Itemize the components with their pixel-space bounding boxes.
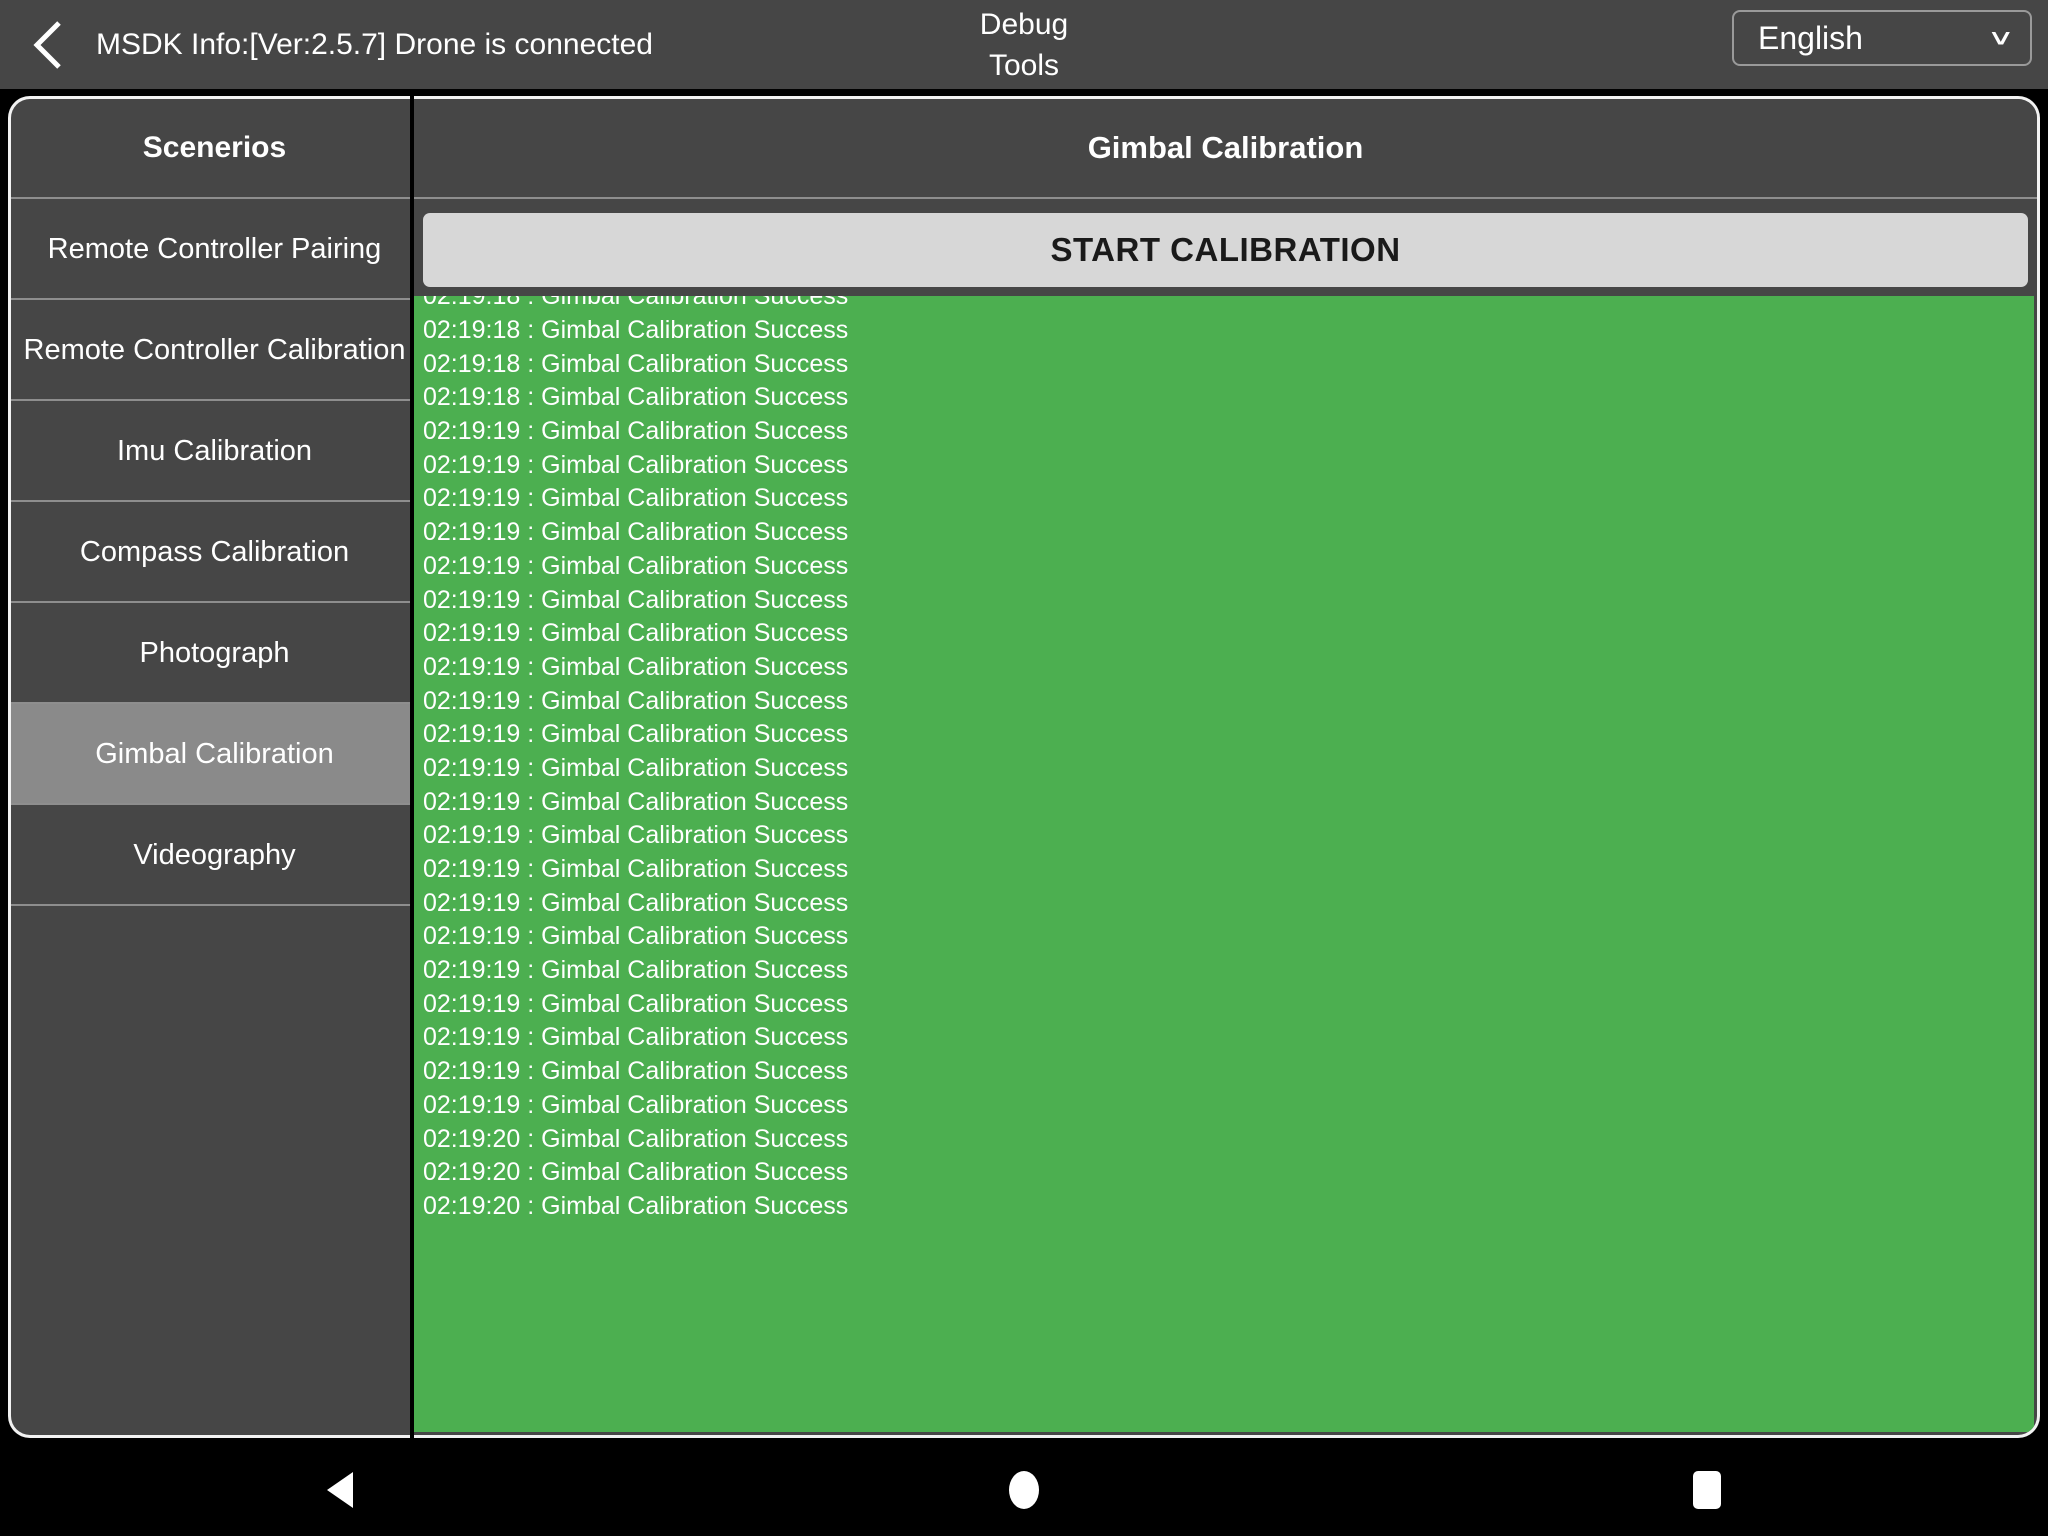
sidebar-item-label: Gimbal Calibration: [95, 737, 334, 770]
language-value: English: [1758, 19, 1863, 56]
sidebar-item-label: Imu Calibration: [116, 434, 313, 467]
log-row: 02:19:19 : Gimbal Calibration Success: [414, 987, 2034, 1021]
sidebar-item-videography[interactable]: Videography: [11, 805, 418, 906]
panel-header: Gimbal Calibration: [414, 99, 2037, 199]
log-row: 02:19:19 : Gimbal Calibration Success: [414, 448, 2034, 482]
sidebar-item-remote-controller-pairing[interactable]: Remote Controller Pairing: [11, 199, 418, 300]
log-text: 02:19:19 : Gimbal Calibration Success: [423, 585, 849, 614]
start-calibration-button[interactable]: START CALIBRATION: [423, 213, 2028, 287]
log-row: 02:19:19 : Gimbal Calibration Success: [414, 617, 2034, 651]
log-row: 02:19:19 : Gimbal Calibration Success: [414, 651, 2034, 685]
log-text: 02:19:20 : Gimbal Calibration Success: [423, 1191, 849, 1220]
sidebar-item-compass-calibration[interactable]: Compass Calibration: [11, 502, 418, 603]
log-row: 02:19:18 : Gimbal Calibration Success: [414, 296, 2034, 314]
sidebar-item-label: Remote Controller Calibration: [23, 333, 406, 366]
sidebar: Scenerios Remote Controller Pairing Remot…: [8, 96, 418, 1438]
log-text: 02:19:19 : Gimbal Calibration Success: [423, 1090, 849, 1119]
log-text: 02:19:20 : Gimbal Calibration Success: [423, 1158, 849, 1187]
log-row: 02:19:19 : Gimbal Calibration Success: [414, 819, 2034, 853]
main-panel: Gimbal Calibration START CALIBRATION 02:…: [414, 96, 2040, 1438]
log-row: 02:19:18 : Gimbal Calibration Success: [414, 314, 2034, 348]
log-text: 02:19:20 : Gimbal Calibration Success: [423, 1124, 849, 1153]
log-row: 02:19:19 : Gimbal Calibration Success: [414, 718, 2034, 752]
log-row: 02:19:19 : Gimbal Calibration Success: [414, 1089, 2034, 1123]
android-navigation-bar: [0, 1444, 2048, 1536]
triangle-back-icon: [323, 1470, 359, 1510]
log-text: 02:19:19 : Gimbal Calibration Success: [423, 922, 849, 951]
sidebar-header: Scenerios: [11, 99, 418, 199]
log-row: 02:19:19 : Gimbal Calibration Success: [414, 583, 2034, 617]
log-text: 02:19:18 : Gimbal Calibration Success: [423, 349, 849, 378]
panel-title: Gimbal Calibration: [1087, 130, 1364, 165]
log-text: 02:19:19 : Gimbal Calibration Success: [423, 1057, 849, 1086]
log-row: 02:19:20 : Gimbal Calibration Success: [414, 1122, 2034, 1156]
square-recents-icon: [1690, 1469, 1724, 1511]
log-row: 02:19:19 : Gimbal Calibration Success: [414, 415, 2034, 449]
log-text: 02:19:18 : Gimbal Calibration Success: [423, 383, 849, 412]
log-text: 02:19:19 : Gimbal Calibration Success: [423, 619, 849, 648]
back-button[interactable]: [0, 0, 96, 89]
log-text: 02:19:19 : Gimbal Calibration Success: [423, 753, 849, 782]
log-row: 02:19:19 : Gimbal Calibration Success: [414, 1055, 2034, 1089]
sidebar-item-remote-controller-calibration[interactable]: Remote Controller Calibration: [11, 300, 418, 401]
debug-tools-app: MSDK Info:[Ver:2.5.7] Drone is connected…: [0, 0, 2048, 1536]
log-row: 02:19:18 : Gimbal Calibration Success: [414, 347, 2034, 381]
android-recents-button[interactable]: [1617, 1444, 1797, 1536]
log-row: 02:19:19 : Gimbal Calibration Success: [414, 550, 2034, 584]
android-home-button[interactable]: [934, 1444, 1114, 1536]
log-text: 02:19:19 : Gimbal Calibration Success: [423, 417, 849, 446]
circle-home-icon: [1006, 1468, 1042, 1512]
chevron-down-icon: ∨: [1987, 25, 2016, 50]
language-dropdown[interactable]: English ∨: [1732, 10, 2032, 66]
log-text: 02:19:19 : Gimbal Calibration Success: [423, 652, 849, 681]
log-text: 02:19:19 : Gimbal Calibration Success: [423, 855, 849, 884]
app-header: MSDK Info:[Ver:2.5.7] Drone is connected…: [0, 0, 2048, 89]
start-button-container: START CALIBRATION: [414, 199, 2037, 296]
sidebar-item-label: Videography: [133, 838, 296, 871]
log-text: 02:19:19 : Gimbal Calibration Success: [423, 989, 849, 1018]
log-row: 02:19:19 : Gimbal Calibration Success: [414, 684, 2034, 718]
page-title-line-2: Tools: [988, 48, 1060, 82]
log-text: 02:19:18 : Gimbal Calibration Success: [423, 296, 849, 311]
log-row: 02:19:19 : Gimbal Calibration Success: [414, 1021, 2034, 1055]
log-row: 02:19:18 : Gimbal Calibration Success: [414, 381, 2034, 415]
log-text: 02:19:19 : Gimbal Calibration Success: [423, 821, 849, 850]
msdk-info-label: MSDK Info:[Ver:2.5.7] Drone is connected: [96, 27, 653, 61]
log-row: 02:19:20 : Gimbal Calibration Success: [414, 1156, 2034, 1190]
log-text: 02:19:19 : Gimbal Calibration Success: [423, 484, 849, 513]
log-text: 02:19:19 : Gimbal Calibration Success: [423, 888, 849, 917]
log-row: 02:19:19 : Gimbal Calibration Success: [414, 853, 2034, 887]
sidebar-item-label: Compass Calibration: [79, 535, 350, 568]
log-row: 02:19:20 : Gimbal Calibration Success: [414, 1190, 2034, 1224]
log-list: 02:19:18 : Gimbal Calibration Success 02:…: [414, 296, 2034, 1223]
sidebar-item-photograph[interactable]: Photograph: [11, 603, 418, 704]
sidebar-item-gimbal-calibration[interactable]: Gimbal Calibration: [11, 704, 418, 805]
android-back-button[interactable]: [251, 1444, 431, 1536]
log-text: 02:19:19 : Gimbal Calibration Success: [423, 686, 849, 715]
calibration-log-area[interactable]: 02:19:18 : Gimbal Calibration Success 02:…: [414, 296, 2034, 1432]
sidebar-item-label: Remote Controller Pairing: [47, 232, 382, 265]
log-row: 02:19:19 : Gimbal Calibration Success: [414, 920, 2034, 954]
log-row: 02:19:19 : Gimbal Calibration Success: [414, 752, 2034, 786]
sidebar-title: Scenerios: [142, 131, 287, 164]
chevron-left-icon: [31, 19, 65, 71]
log-row: 02:19:19 : Gimbal Calibration Success: [414, 516, 2034, 550]
log-row: 02:19:19 : Gimbal Calibration Success: [414, 954, 2034, 988]
sidebar-item-label: Photograph: [139, 636, 290, 669]
log-text: 02:19:19 : Gimbal Calibration Success: [423, 450, 849, 479]
log-text: 02:19:19 : Gimbal Calibration Success: [423, 518, 849, 547]
log-text: 02:19:19 : Gimbal Calibration Success: [423, 551, 849, 580]
sidebar-item-imu-calibration[interactable]: Imu Calibration: [11, 401, 418, 502]
log-row: 02:19:19 : Gimbal Calibration Success: [414, 886, 2034, 920]
log-row: 02:19:19 : Gimbal Calibration Success: [414, 785, 2034, 819]
log-text: 02:19:19 : Gimbal Calibration Success: [423, 720, 849, 749]
log-text: 02:19:19 : Gimbal Calibration Success: [423, 787, 849, 816]
log-row: 02:19:19 : Gimbal Calibration Success: [414, 482, 2034, 516]
log-text: 02:19:19 : Gimbal Calibration Success: [423, 1023, 849, 1052]
content-region: Scenerios Remote Controller Pairing Remot…: [0, 94, 2048, 1444]
page-title-line-1: Debug: [979, 7, 1069, 41]
log-text: 02:19:19 : Gimbal Calibration Success: [423, 956, 849, 985]
sidebar-item-list: Remote Controller Pairing Remote Controll…: [11, 199, 418, 906]
log-text: 02:19:18 : Gimbal Calibration Success: [423, 316, 849, 345]
